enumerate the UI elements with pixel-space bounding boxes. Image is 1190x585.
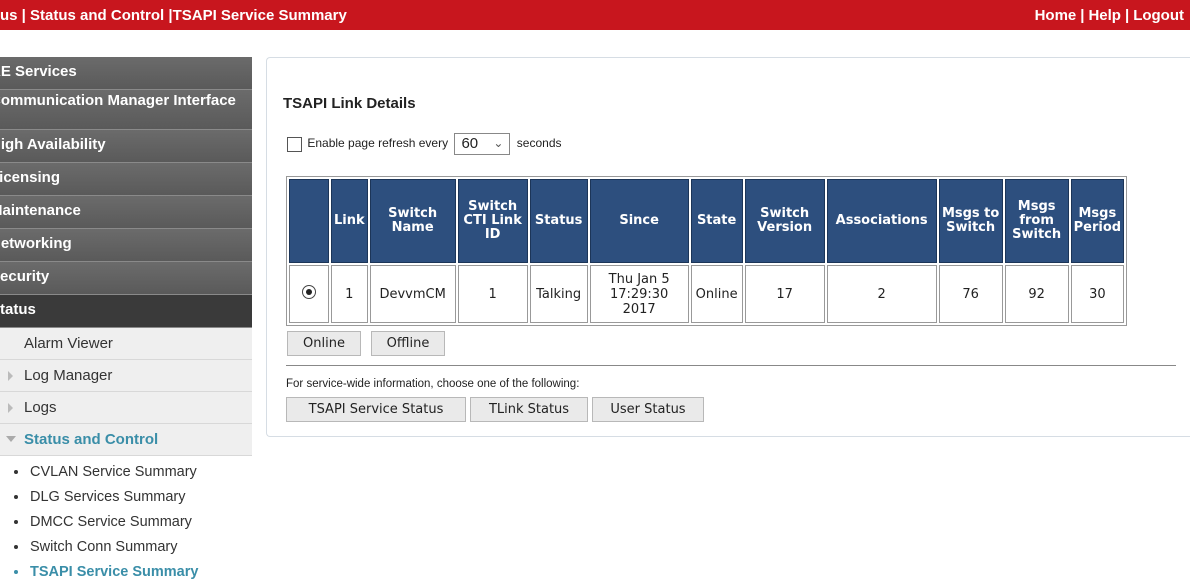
row-select-radio[interactable] — [302, 285, 316, 299]
expand-arrow-icon — [8, 371, 13, 381]
cell-status: Talking — [529, 265, 588, 323]
nav-cvlan-label: CVLAN Service Summary — [30, 464, 197, 480]
nav-logs[interactable]: Logs — [0, 392, 252, 424]
nav-status-and-control[interactable]: Status and Control — [0, 424, 252, 456]
refresh-interval-select[interactable]: 60 ⌄ — [454, 133, 511, 155]
nav-maintenance[interactable]: Maintenance — [0, 196, 252, 229]
bullet-icon — [14, 570, 18, 575]
enable-refresh-checkbox[interactable] — [287, 136, 302, 152]
bullet-icon — [14, 495, 18, 500]
cell-since-text: Thu Jan 5 17:29:30 2017 — [608, 271, 670, 317]
nav-log-manager-label: Log Manager — [24, 367, 113, 384]
nav-switch-conn-label: Switch Conn Summary — [30, 539, 178, 555]
nav-alarm-viewer[interactable]: Alarm Viewer — [0, 328, 252, 360]
refresh-interval-value: 60 — [461, 135, 479, 152]
sidebar-nav: AE Services Communication Manager Interf… — [0, 57, 252, 585]
cell-switch-name: DevvmCM — [369, 265, 456, 323]
cell-msgs-to: 76 — [938, 265, 1003, 323]
tlink-status-button[interactable]: TLink Status — [470, 397, 588, 422]
refresh-control: Enable page refresh every 60 ⌄ seconds — [287, 133, 562, 155]
nav-log-manager[interactable]: Log Manager — [0, 360, 252, 392]
top-header-bar: us | Status and Control |TSAPI Service S… — [0, 0, 1190, 30]
header-links: Home | Help | Logout — [1034, 7, 1184, 24]
offline-button[interactable]: Offline — [371, 331, 445, 356]
nav-alarm-viewer-label: Alarm Viewer — [24, 335, 113, 352]
home-link[interactable]: Home — [1035, 7, 1077, 24]
divider — [286, 365, 1176, 366]
col-link: Link — [331, 179, 368, 263]
tsapi-links-table: Link Switch Name Switch CTI Link ID Stat… — [286, 176, 1128, 326]
nav-status-and-control-label: Status and Control — [24, 431, 159, 448]
nav-networking[interactable]: Networking — [0, 229, 252, 262]
cell-associations: 2 — [826, 265, 937, 323]
col-since: Since — [589, 179, 689, 263]
row-select-cell — [289, 265, 329, 323]
nav-communication-manager-interface[interactable]: Communication Manager Interface — [0, 90, 252, 130]
logout-link[interactable]: Logout — [1133, 7, 1184, 24]
help-link[interactable]: Help — [1088, 7, 1121, 24]
cell-switch-version: 17 — [744, 265, 825, 323]
nav-status[interactable]: Status — [0, 295, 252, 328]
cell-state: Online — [690, 265, 743, 323]
tsapi-service-status-button[interactable]: TSAPI Service Status — [286, 397, 466, 422]
col-select — [289, 179, 329, 263]
nav-security[interactable]: Security — [0, 262, 252, 295]
service-info-text: For service-wide information, choose one… — [286, 378, 580, 390]
table-row: 1 DevvmCM 1 Talking Thu Jan 5 17:29:30 2… — [289, 265, 1125, 323]
cell-link: 1 — [331, 265, 368, 323]
refresh-prefix-label: Enable page refresh every — [307, 136, 449, 151]
col-cti-link-id: Switch CTI Link ID — [457, 179, 528, 263]
col-status: Status — [529, 179, 588, 263]
nav-switch-conn-summary[interactable]: Switch Conn Summary — [14, 535, 252, 560]
nav-dmcc-label: DMCC Service Summary — [30, 514, 192, 530]
breadcrumb: us | Status and Control |TSAPI Service S… — [0, 7, 347, 24]
col-associations: Associations — [826, 179, 937, 263]
status-control-list: CVLAN Service Summary DLG Services Summa… — [0, 456, 252, 585]
online-button[interactable]: Online — [287, 331, 361, 356]
col-switch-version: Switch Version — [744, 179, 825, 263]
nav-logs-label: Logs — [24, 399, 57, 416]
nav-licensing[interactable]: Licensing — [0, 163, 252, 196]
page-title: TSAPI Link Details — [283, 95, 416, 112]
col-msgs-period: Msgs Period — [1070, 179, 1125, 263]
col-msgs-from-switch: Msgs from Switch — [1004, 179, 1069, 263]
nav-cvlan-service-summary[interactable]: CVLAN Service Summary — [14, 460, 252, 485]
bullet-icon — [14, 520, 18, 525]
nav-dlg-label: DLG Services Summary — [30, 489, 186, 505]
cell-msgs-from: 92 — [1004, 265, 1069, 323]
chevron-down-icon: ⌄ — [493, 136, 504, 150]
cell-since: Thu Jan 5 17:29:30 2017 — [589, 265, 689, 323]
col-state: State — [690, 179, 743, 263]
col-msgs-to-switch: Msgs to Switch — [938, 179, 1003, 263]
nav-tsapi-service-summary[interactable]: TSAPI Service Summary — [14, 560, 252, 585]
nav-tsapi-label: TSAPI Service Summary — [30, 564, 199, 580]
nav-ae-services[interactable]: AE Services — [0, 57, 252, 90]
bullet-icon — [14, 545, 18, 550]
collapse-arrow-icon — [6, 436, 16, 442]
expand-arrow-icon — [8, 403, 13, 413]
nav-dlg-services-summary[interactable]: DLG Services Summary — [14, 485, 252, 510]
bullet-icon — [14, 470, 18, 475]
tsapi-link-details-panel: TSAPI Link Details Enable page refresh e… — [266, 57, 1190, 437]
cell-msgs-period: 30 — [1070, 265, 1125, 323]
nav-high-availability[interactable]: High Availability — [0, 130, 252, 163]
table-header-row: Link Switch Name Switch CTI Link ID Stat… — [289, 179, 1125, 263]
refresh-suffix-label: seconds — [516, 136, 562, 151]
cell-cti-link-id: 1 — [457, 265, 528, 323]
col-switch-name: Switch Name — [369, 179, 456, 263]
nav-dmcc-service-summary[interactable]: DMCC Service Summary — [14, 510, 252, 535]
user-status-button[interactable]: User Status — [592, 397, 704, 422]
